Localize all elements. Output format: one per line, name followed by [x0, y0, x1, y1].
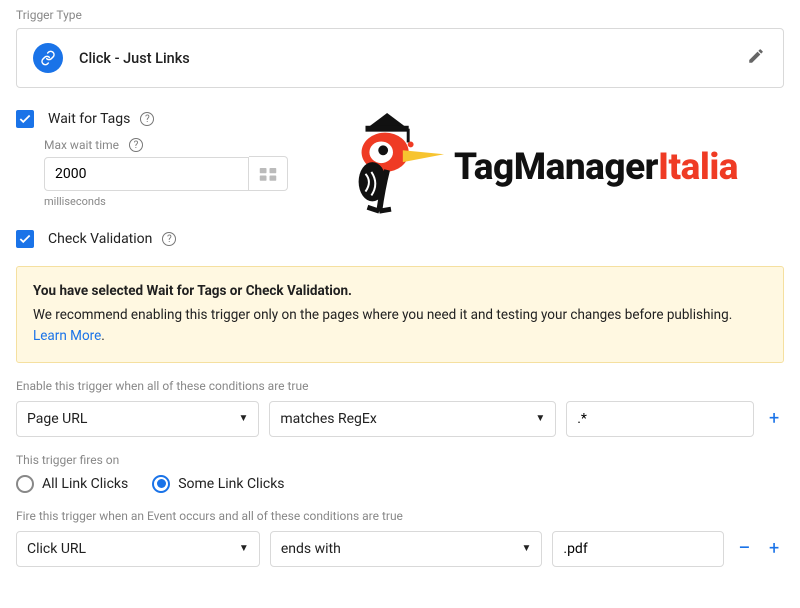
- radio-icon: [16, 475, 34, 493]
- warning-title: You have selected Wait for Tags or Check…: [33, 281, 767, 303]
- edit-icon[interactable]: [747, 47, 765, 69]
- chevron-down-icon: ▼: [239, 543, 249, 554]
- check-validation-row: Check Validation ?: [16, 230, 784, 248]
- max-wait-label: Max wait time ?: [44, 138, 784, 152]
- enable-cond-value-input[interactable]: [566, 401, 754, 437]
- fire-cond-label: Fire this trigger when an Event occurs a…: [16, 509, 784, 523]
- fires-on-label: This trigger fires on: [16, 453, 784, 467]
- trigger-type-label: Trigger Type: [16, 8, 784, 22]
- fires-on-radios: All Link Clicks Some Link Clicks: [16, 475, 784, 493]
- chevron-down-icon: ▼: [535, 413, 545, 424]
- variable-picker-icon[interactable]: [249, 156, 288, 191]
- max-wait-input[interactable]: [44, 157, 249, 191]
- radio-icon: [152, 475, 170, 493]
- chevron-down-icon: ▼: [521, 543, 531, 554]
- fire-cond-operator-select[interactable]: ends with▼: [270, 531, 543, 567]
- max-wait-unit: milliseconds: [44, 195, 784, 208]
- add-condition-button[interactable]: +: [764, 408, 784, 429]
- enable-cond-operator-select[interactable]: matches RegEx▼: [269, 401, 556, 437]
- chevron-down-icon: ▼: [238, 413, 248, 424]
- help-icon[interactable]: ?: [140, 112, 154, 126]
- radio-all-label: All Link Clicks: [42, 476, 128, 492]
- link-icon: [33, 43, 63, 73]
- wait-for-tags-row: Wait for Tags ?: [16, 110, 784, 128]
- help-icon[interactable]: ?: [129, 138, 143, 152]
- wait-for-tags-label: Wait for Tags: [48, 111, 130, 127]
- trigger-type-title: Click - Just Links: [79, 50, 190, 67]
- radio-some-label: Some Link Clicks: [178, 476, 284, 492]
- radio-all-link-clicks[interactable]: All Link Clicks: [16, 475, 128, 493]
- help-icon[interactable]: ?: [162, 232, 176, 246]
- check-validation-label: Check Validation: [48, 231, 152, 247]
- trigger-type-box[interactable]: Click - Just Links: [16, 28, 784, 88]
- enable-cond-row: Page URL▼ matches RegEx▼ +: [16, 401, 784, 437]
- fire-cond-row: Click URL▼ ends with▼ − +: [16, 531, 784, 567]
- add-condition-button[interactable]: +: [764, 538, 784, 559]
- warning-body: We recommend enabling this trigger only …: [33, 305, 767, 348]
- radio-some-link-clicks[interactable]: Some Link Clicks: [152, 475, 284, 493]
- warning-box: You have selected Wait for Tags or Check…: [16, 266, 784, 363]
- check-validation-checkbox[interactable]: [16, 230, 34, 248]
- enable-cond-variable-select[interactable]: Page URL▼: [16, 401, 259, 437]
- wait-for-tags-checkbox[interactable]: [16, 110, 34, 128]
- learn-more-link[interactable]: Learn More: [33, 328, 101, 344]
- enable-cond-label: Enable this trigger when all of these co…: [16, 379, 784, 393]
- fire-cond-variable-select[interactable]: Click URL▼: [16, 531, 260, 567]
- fire-cond-value-input[interactable]: [552, 531, 724, 567]
- remove-condition-button[interactable]: −: [734, 536, 754, 561]
